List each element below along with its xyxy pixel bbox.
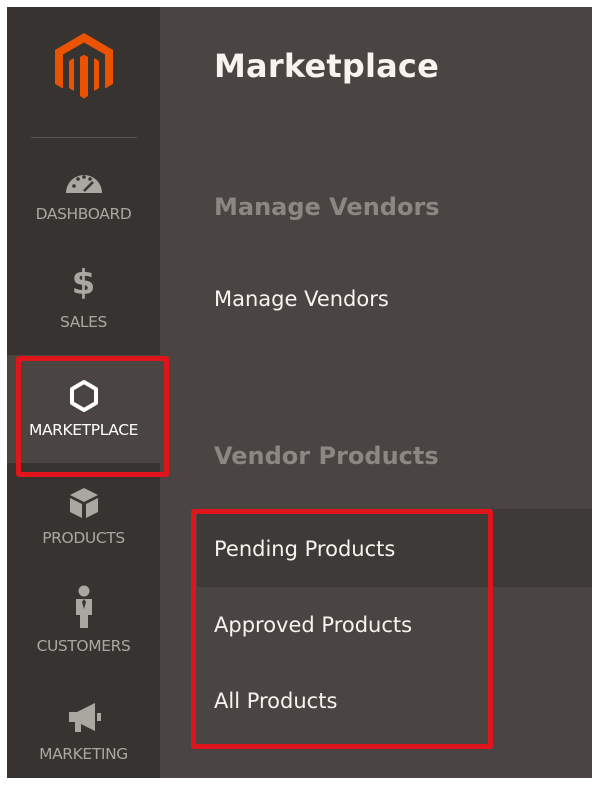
- nav-item-dashboard[interactable]: DASHBOARD: [7, 139, 160, 247]
- nav-item-products[interactable]: PRODUCTS: [7, 463, 160, 571]
- nav-item-marketing[interactable]: MARKETING: [7, 679, 160, 778]
- marketplace-highlight-box: [16, 356, 169, 477]
- panel-title: Marketplace: [214, 47, 439, 85]
- admin-frame: DASHBOARD $ SALES MARKETPLACE PRODUCTS C…: [7, 7, 592, 778]
- person-icon: [75, 585, 92, 628]
- dollar-icon: $: [71, 263, 96, 303]
- nav-label-customers: CUSTOMERS: [36, 637, 131, 655]
- nav-label-products: PRODUCTS: [42, 529, 125, 547]
- nav-item-sales[interactable]: $ SALES: [7, 247, 160, 355]
- link-manage-vendors[interactable]: Manage Vendors: [214, 287, 389, 311]
- section-title-manage-vendors: Manage Vendors: [214, 193, 440, 221]
- nav-item-customers[interactable]: CUSTOMERS: [7, 571, 160, 679]
- cube-icon: [69, 488, 98, 518]
- megaphone-icon: [68, 703, 101, 732]
- magento-logo-icon[interactable]: [55, 33, 113, 101]
- nav-label-sales: SALES: [60, 313, 107, 331]
- section-title-vendor-products: Vendor Products: [214, 442, 439, 470]
- speedometer-icon: [65, 175, 102, 193]
- nav-label-marketing: MARKETING: [39, 745, 128, 763]
- products-links-highlight-box: [191, 509, 493, 749]
- nav-label-dashboard: DASHBOARD: [35, 205, 132, 223]
- logo-divider: [31, 137, 137, 138]
